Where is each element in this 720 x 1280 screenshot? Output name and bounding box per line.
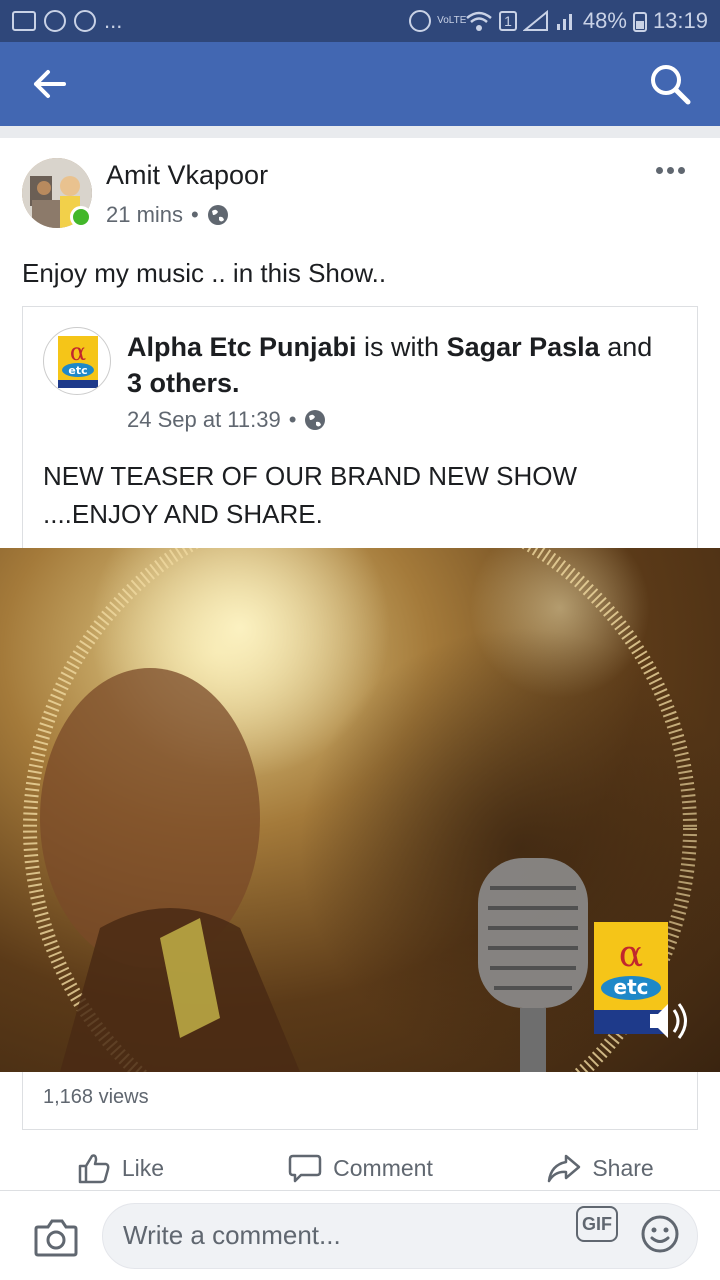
view-count: 1,168 views [22,1072,698,1130]
chat-notification-icon [74,10,96,32]
more-notifications-icon: ... [104,8,123,33]
clock: 13:19 [652,8,708,33]
gif-button[interactable]: GIF [576,1206,618,1242]
like-label: Like [121,1154,165,1181]
signal-icon [522,10,548,31]
watermark-alpha: α [619,934,643,975]
shared-meta: 24 Sep at 11:39 • [127,407,326,433]
system-icons: VoLTE 1 48% 13:19 [409,8,708,34]
globe-icon [207,205,228,225]
comment-label: Comment [333,1154,433,1181]
page-name[interactable]: Alpha Etc Punjabi [127,332,357,362]
share-arrow-icon [548,1154,581,1183]
status-bar: ... VoLTE 1 48% 13:19 [0,0,720,42]
share-label: Share [592,1154,654,1181]
wifi-icon [466,11,492,31]
app-bar [0,42,720,126]
logo-etc-text: etc [68,364,87,377]
signal-2-icon [556,14,572,30]
post-time[interactable]: 21 mins [106,202,183,228]
online-status-badge [70,206,92,228]
emoji-icon[interactable] [640,1214,680,1254]
video-player[interactable]: α etc [0,548,720,1072]
shared-header: Alpha Etc Punjabi is with Sagar Pasla an… [127,329,667,401]
camera-icon[interactable] [34,1217,78,1257]
microphone-head [478,858,588,1008]
volte-label: VoLTE [437,15,467,26]
tagged-name[interactable]: Sagar Pasla [447,332,600,362]
comment-button[interactable]: Comment [240,1142,480,1194]
globe-icon [305,410,326,430]
alarm-icon [409,10,432,32]
back-arrow-icon[interactable] [28,64,72,104]
and-text: and [607,332,653,362]
shared-text: NEW TEASER OF OUR BRAND NEW SHOW ....ENJ… [43,461,577,529]
like-button[interactable]: Like [0,1142,240,1194]
author-name[interactable]: Amit Vkapoor [106,160,268,191]
battery-percent: 48% [582,8,627,33]
battery-icon [632,12,647,32]
sim-indicator: 1 [499,11,517,31]
page-avatar[interactable]: α etc [43,327,111,395]
watermark-etc: etc [614,975,649,999]
with-text: is with [364,332,440,362]
shared-time[interactable]: 24 Sep at 11:39 [127,407,281,433]
gallery-notification-icon [12,11,36,31]
post-meta: 21 mins • [106,202,229,228]
comment-icon [288,1154,322,1183]
thumbs-up-icon [78,1154,110,1184]
sync-notification-icon [44,10,66,32]
video-frame: α etc [23,548,720,1072]
more-options-button[interactable] [656,162,688,178]
others-link[interactable]: 3 others. [127,368,240,398]
search-icon[interactable] [648,62,692,106]
meta-separator: • [191,202,199,227]
logo-alpha-glyph: α [70,338,86,366]
alpha-etc-logo: α etc [58,336,98,388]
shared-post[interactable]: α etc Alpha Etc Punjabi is with Sagar Pa… [22,306,698,548]
shared-separator: • [288,407,297,432]
notification-icons: ... [12,8,122,34]
microphone-stand [520,1008,546,1072]
post-actions: Like Comment Share [0,1142,720,1194]
post-card: Amit Vkapoor 21 mins • Enjoy my music ..… [0,138,720,1190]
post-text: Enjoy my music .. in this Show.. [22,258,387,288]
share-button[interactable]: Share [480,1142,720,1194]
